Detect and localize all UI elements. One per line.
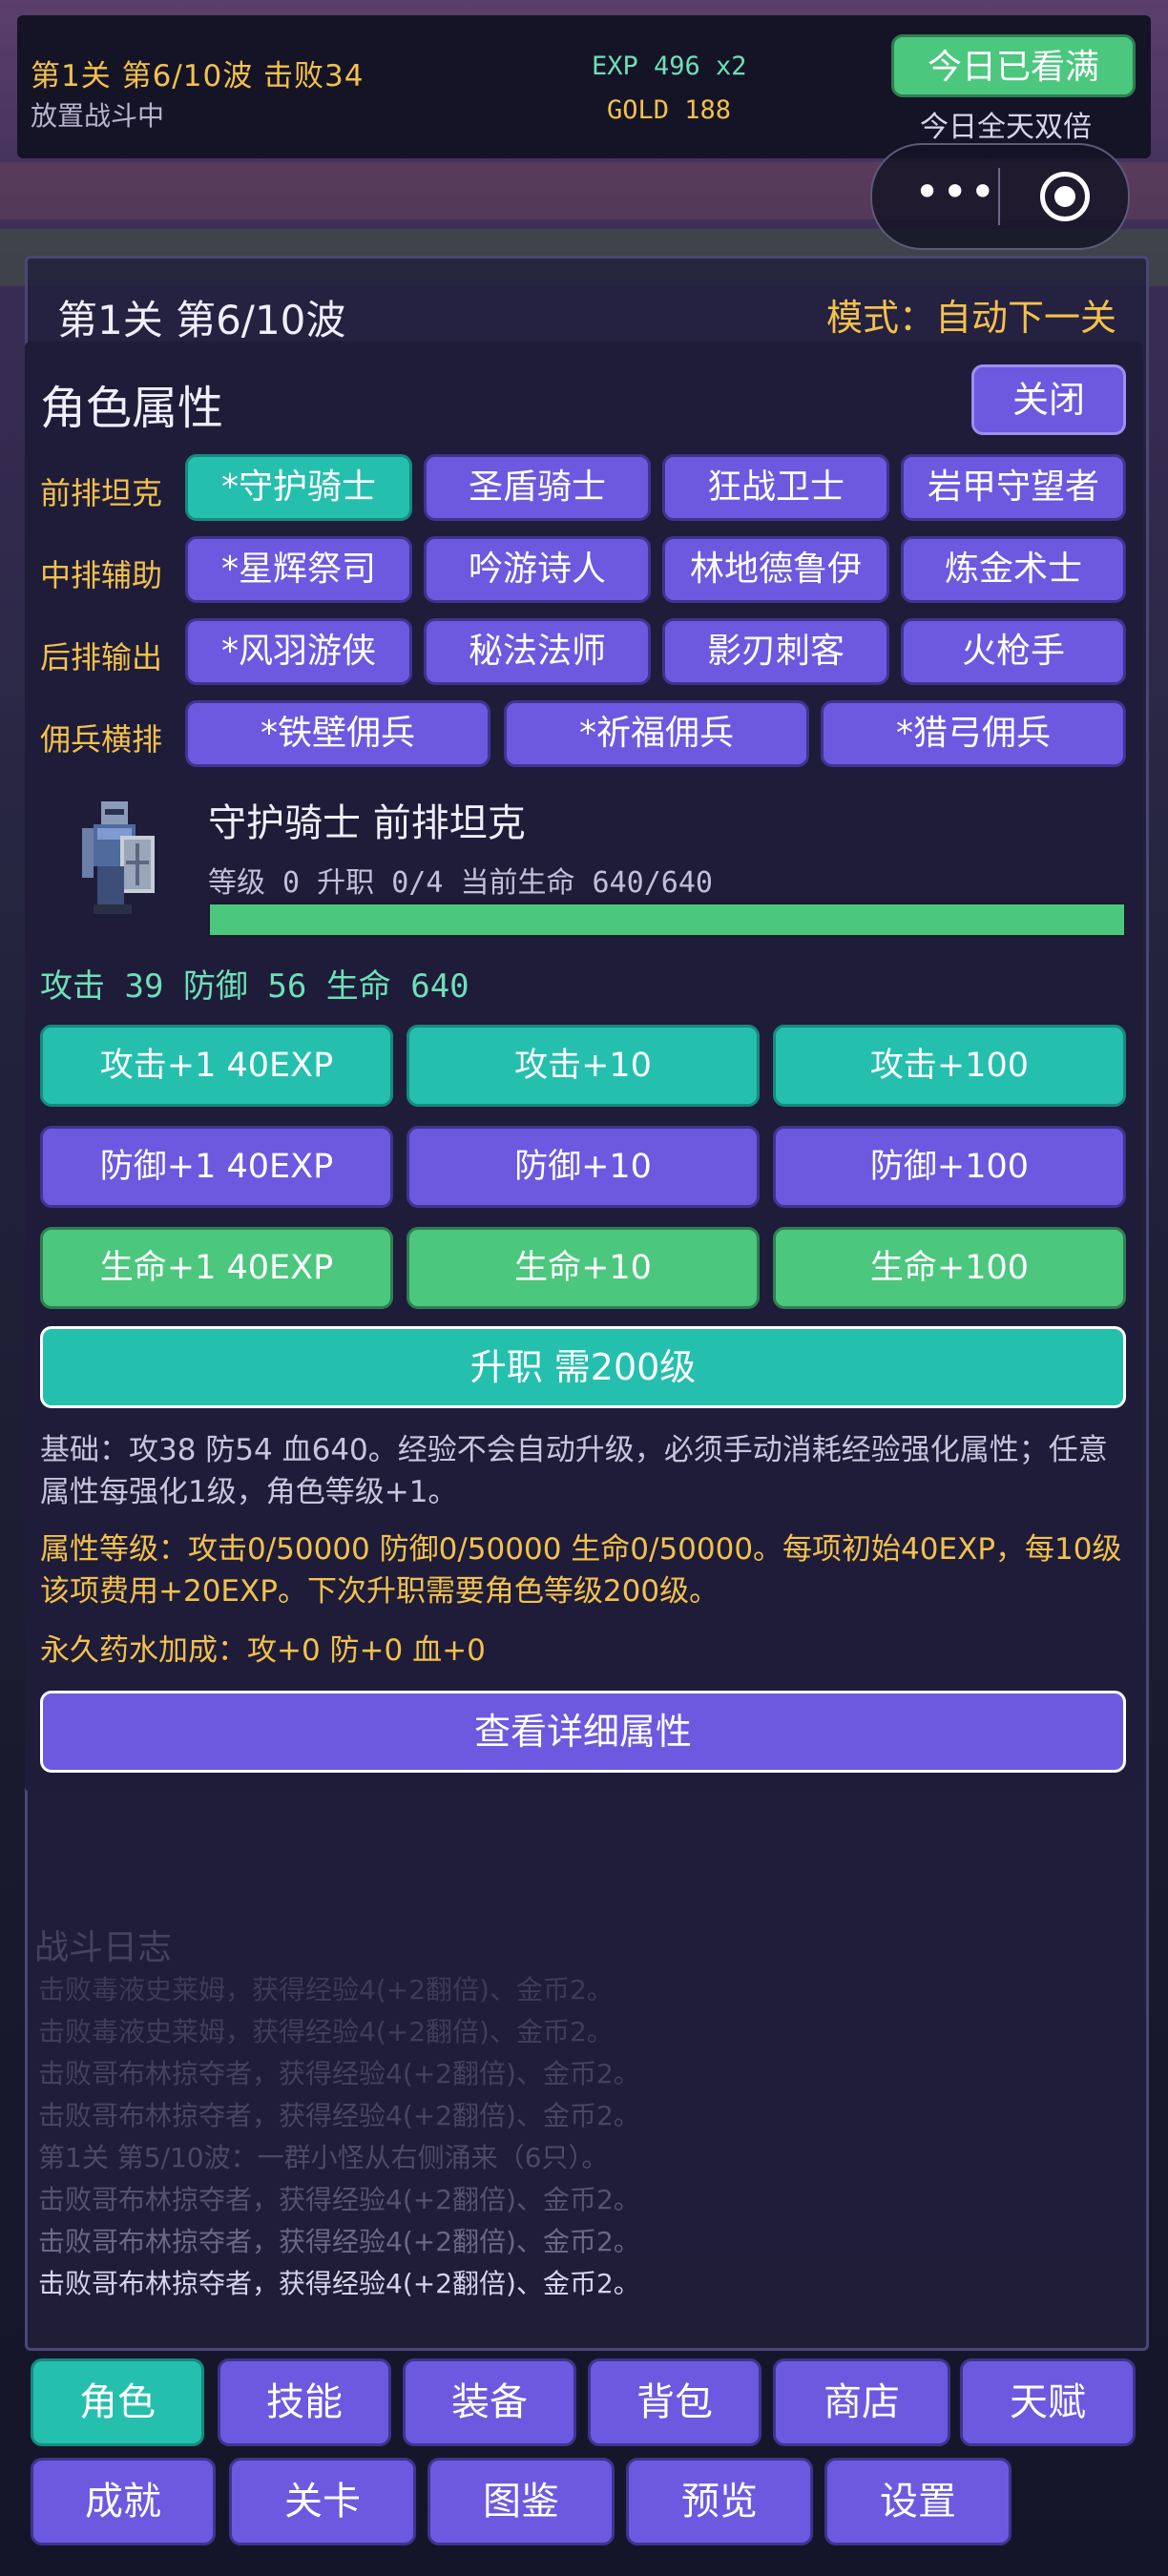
hp-plus-10-button[interactable]: 生命+10 — [407, 1227, 760, 1309]
log-line: 击败毒液史莱姆，获得经验4(+2翻倍)、金币2。 — [38, 1974, 614, 2005]
nav-preview[interactable]: 预览 — [626, 2458, 813, 2545]
role-alchemist[interactable]: 炼金术士 — [901, 536, 1126, 603]
log-line: 第1关 第5/10波：一群小怪从右侧涌来（6只）。 — [38, 2142, 609, 2173]
battle-log-title: 战斗日志 — [34, 1928, 173, 1967]
nav-stages[interactable]: 关卡 — [229, 2458, 416, 2545]
nav-skills[interactable]: 技能 — [218, 2358, 391, 2446]
atk-plus-1-button[interactable]: 攻击+1 40EXP — [40, 1025, 393, 1107]
attribute-level-text: 属性等级：攻击0/50000 防御0/50000 生命0/50000。每项初始4… — [40, 1532, 1122, 1609]
hp-bar-fill — [210, 904, 1124, 935]
log-line: 击败毒液史莱姆，获得经验4(+2翻倍)、金币2。 — [38, 2016, 614, 2047]
atk-plus-100-button[interactable]: 攻击+100 — [773, 1025, 1126, 1107]
view-detail-button[interactable]: 查看详细属性 — [40, 1691, 1126, 1773]
mini-program-capsule: ••• — [870, 143, 1130, 250]
hp-plus-100-button[interactable]: 生命+100 — [773, 1227, 1126, 1309]
daily-ads-watched-button[interactable]: 今日已看满 — [891, 34, 1136, 97]
gold-readout: GOLD 188 — [607, 95, 732, 125]
character-level-info: 等级 0 升职 0/4 当前生命 640/640 — [208, 866, 713, 900]
knight-portrait-icon — [82, 801, 155, 914]
role-gunner[interactable]: 火枪手 — [901, 618, 1126, 685]
role-rock-warden[interactable]: 岩甲守望者 — [901, 454, 1126, 521]
role-wind-ranger[interactable]: *风羽游侠 — [185, 618, 412, 685]
role-shield-knight[interactable]: 圣盾骑士 — [424, 454, 651, 521]
def-plus-1-button[interactable]: 防御+1 40EXP — [40, 1126, 393, 1208]
daily-double-label: 今日全天双倍 — [920, 111, 1092, 144]
role-bard[interactable]: 吟游诗人 — [424, 536, 651, 603]
row-label-middle: 中排辅助 — [40, 557, 163, 593]
row-label-back: 后排输出 — [40, 639, 163, 675]
nav-equipment[interactable]: 装备 — [403, 2358, 576, 2446]
row-label-mercenary: 佣兵横排 — [40, 721, 163, 758]
role-guardian-knight[interactable]: *守护骑士 — [185, 454, 412, 521]
log-line: 击败哥布林掠夺者，获得经验4(+2翻倍)、金币2。 — [38, 2268, 640, 2299]
atk-plus-10-button[interactable]: 攻击+10 — [407, 1025, 760, 1107]
role-druid[interactable]: 林地德鲁伊 — [662, 536, 889, 603]
character-name: 守护骑士 前排坦克 — [208, 801, 526, 845]
nav-settings[interactable]: 设置 — [824, 2458, 1012, 2545]
close-button[interactable]: 关闭 — [971, 364, 1126, 435]
nav-bag[interactable]: 背包 — [588, 2358, 761, 2446]
nav-codex[interactable]: 图鉴 — [428, 2458, 615, 2545]
role-blessing-mercenary[interactable]: *祈福佣兵 — [504, 700, 809, 767]
nav-talent[interactable]: 天赋 — [960, 2358, 1136, 2446]
log-line: 击败哥布林掠夺者，获得经验4(+2翻倍)、金币2。 — [38, 2226, 640, 2257]
modal-title: 角色属性 — [40, 382, 224, 435]
promote-button[interactable]: 升职 需200级 — [40, 1326, 1126, 1408]
exp-readout: EXP 496 x2 — [592, 52, 747, 81]
log-line: 击败哥布林掠夺者，获得经验4(+2翻倍)、金币2。 — [38, 2184, 640, 2215]
nav-achievements[interactable]: 成就 — [31, 2458, 216, 2545]
base-info-text: 基础：攻38 防54 血640。经验不会自动升级，必须手动消耗经验强化属性；任意… — [40, 1433, 1108, 1509]
hp-bar — [208, 903, 1126, 937]
log-line: 击败哥布林掠夺者，获得经验4(+2翻倍)、金币2。 — [38, 2058, 640, 2089]
nav-character[interactable]: 角色 — [31, 2358, 204, 2446]
idle-status: 放置战斗中 — [31, 100, 165, 132]
nav-shop[interactable]: 商店 — [773, 2358, 950, 2446]
role-shadow-assassin[interactable]: 影刃刺客 — [662, 618, 889, 685]
log-line: 击败哥布林掠夺者，获得经验4(+2翻倍)、金币2。 — [38, 2100, 640, 2131]
stage-title: 第1关 第6/10波 — [57, 297, 346, 343]
role-berserker-guard[interactable]: 狂战卫士 — [662, 454, 889, 521]
target-icon[interactable] — [1040, 172, 1090, 221]
potion-bonus-text: 永久药水加成：攻+0 防+0 血+0 — [40, 1633, 486, 1668]
role-star-priest[interactable]: *星辉祭司 — [185, 536, 412, 603]
role-arcane-mage[interactable]: 秘法法师 — [424, 618, 651, 685]
wave-progress: 第1关 第6/10波 击败34 — [31, 59, 365, 93]
auto-mode-label[interactable]: 模式：自动下一关 — [826, 288, 1116, 341]
hp-plus-1-button[interactable]: 生命+1 40EXP — [40, 1227, 393, 1309]
character-stats: 攻击 39 防御 56 生命 640 — [40, 967, 469, 1006]
role-iron-mercenary[interactable]: *铁壁佣兵 — [185, 700, 490, 767]
def-plus-100-button[interactable]: 防御+100 — [773, 1126, 1126, 1208]
def-plus-10-button[interactable]: 防御+10 — [407, 1126, 760, 1208]
row-label-front: 前排坦克 — [40, 475, 163, 511]
capsule-divider — [998, 168, 1000, 225]
role-hunter-mercenary[interactable]: *猎弓佣兵 — [821, 700, 1126, 767]
more-dots-icon[interactable]: ••• — [914, 166, 997, 218]
